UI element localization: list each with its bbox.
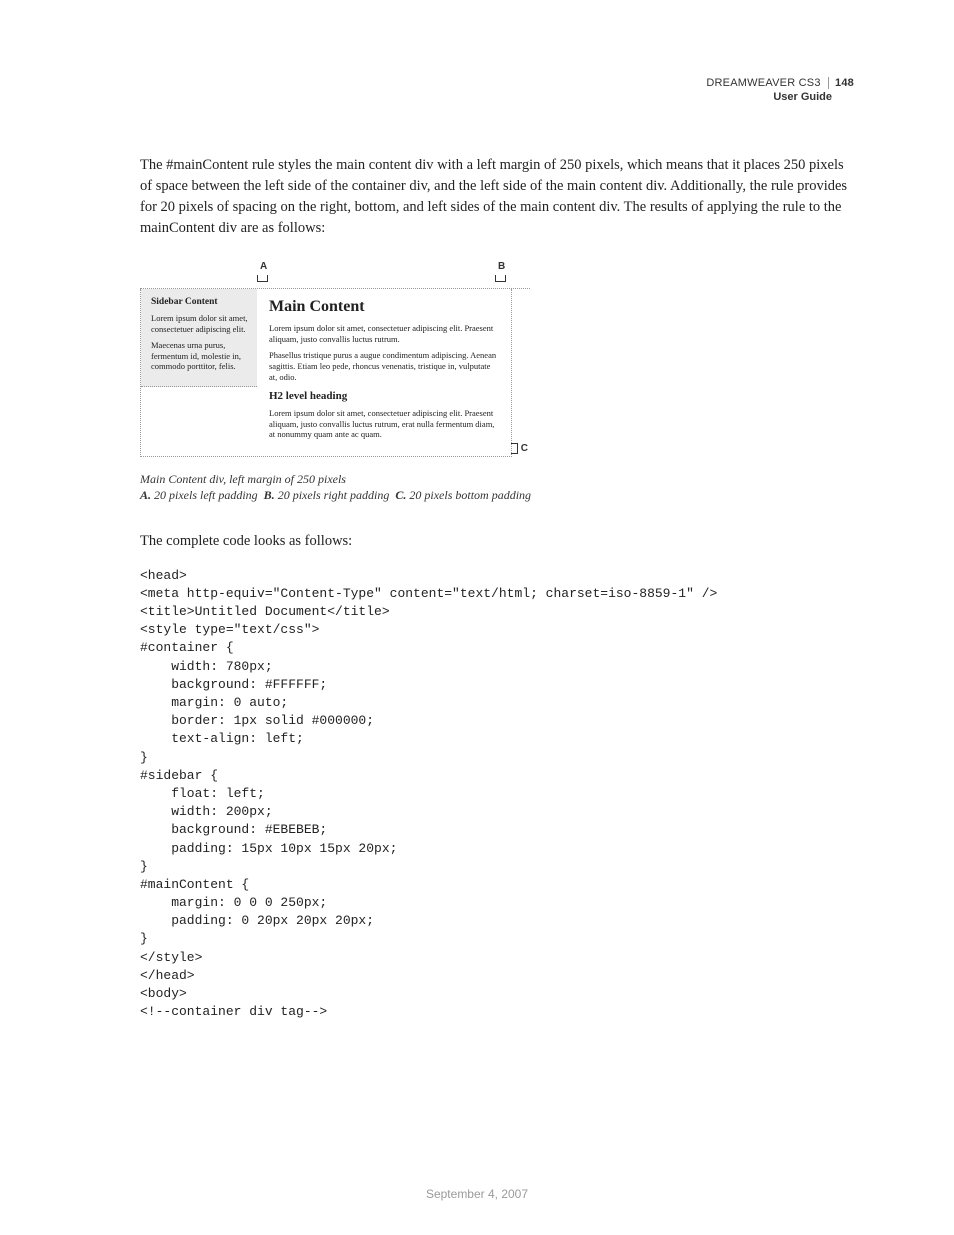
- sidebar-heading: Sidebar Content: [151, 297, 251, 309]
- caption-c-text: 20 pixels bottom padding: [409, 488, 531, 502]
- main-p3: Lorem ipsum dolor sit amet, consectetuer…: [269, 408, 499, 440]
- caption-b-text: 20 pixels right padding: [278, 488, 390, 502]
- figure-caption: Main Content div, left margin of 250 pix…: [140, 471, 854, 503]
- sidebar-p2: Maecenas urna purus, fermentum id, moles…: [151, 340, 251, 372]
- tick-a-icon: [257, 275, 268, 282]
- callout-c-wrap: C: [511, 443, 528, 454]
- product-name: DREAMWEAVER CS3: [706, 77, 820, 89]
- figure-main: Main Content Lorem ipsum dolor sit amet,…: [257, 289, 511, 456]
- code-block: <head> <meta http-equiv="Content-Type" c…: [140, 567, 854, 1022]
- page-number: 148: [828, 77, 854, 89]
- caption-c-label: C.: [395, 488, 406, 502]
- caption-a-text: 20 pixels left padding: [154, 488, 258, 502]
- tick-c-icon: [511, 443, 518, 454]
- main-p2: Phasellus tristique purus a augue condim…: [269, 350, 499, 382]
- figure-container: Sidebar Content Lorem ipsum dolor sit am…: [140, 289, 512, 457]
- tick-b-icon: [495, 275, 506, 282]
- main-h1: Main Content: [269, 297, 499, 317]
- callout-c: C: [521, 443, 528, 454]
- callout-b: B: [498, 261, 505, 272]
- paragraph-2: The complete code looks as follows:: [140, 531, 854, 552]
- caption-title: Main Content div, left margin of 250 pix…: [140, 471, 854, 487]
- header-subtitle: User Guide: [706, 90, 854, 104]
- caption-b-label: B.: [264, 488, 275, 502]
- footer-date: September 4, 2007: [0, 1187, 954, 1201]
- page: DREAMWEAVER CS3 148 User Guide The #main…: [0, 0, 954, 1235]
- figure-sidebar: Sidebar Content Lorem ipsum dolor sit am…: [141, 289, 257, 387]
- figure: A B Sidebar Content Lorem ipsum dolor si…: [140, 261, 530, 457]
- intro-paragraph: The #mainContent rule styles the main co…: [140, 155, 854, 239]
- sidebar-p1: Lorem ipsum dolor sit amet, consectetuer…: [151, 313, 251, 334]
- main-h2: H2 level heading: [269, 390, 499, 404]
- caption-a-label: A.: [140, 488, 151, 502]
- main-p1: Lorem ipsum dolor sit amet, consectetuer…: [269, 323, 499, 344]
- callout-a: A: [260, 261, 267, 272]
- running-header: DREAMWEAVER CS3 148 User Guide: [706, 76, 854, 105]
